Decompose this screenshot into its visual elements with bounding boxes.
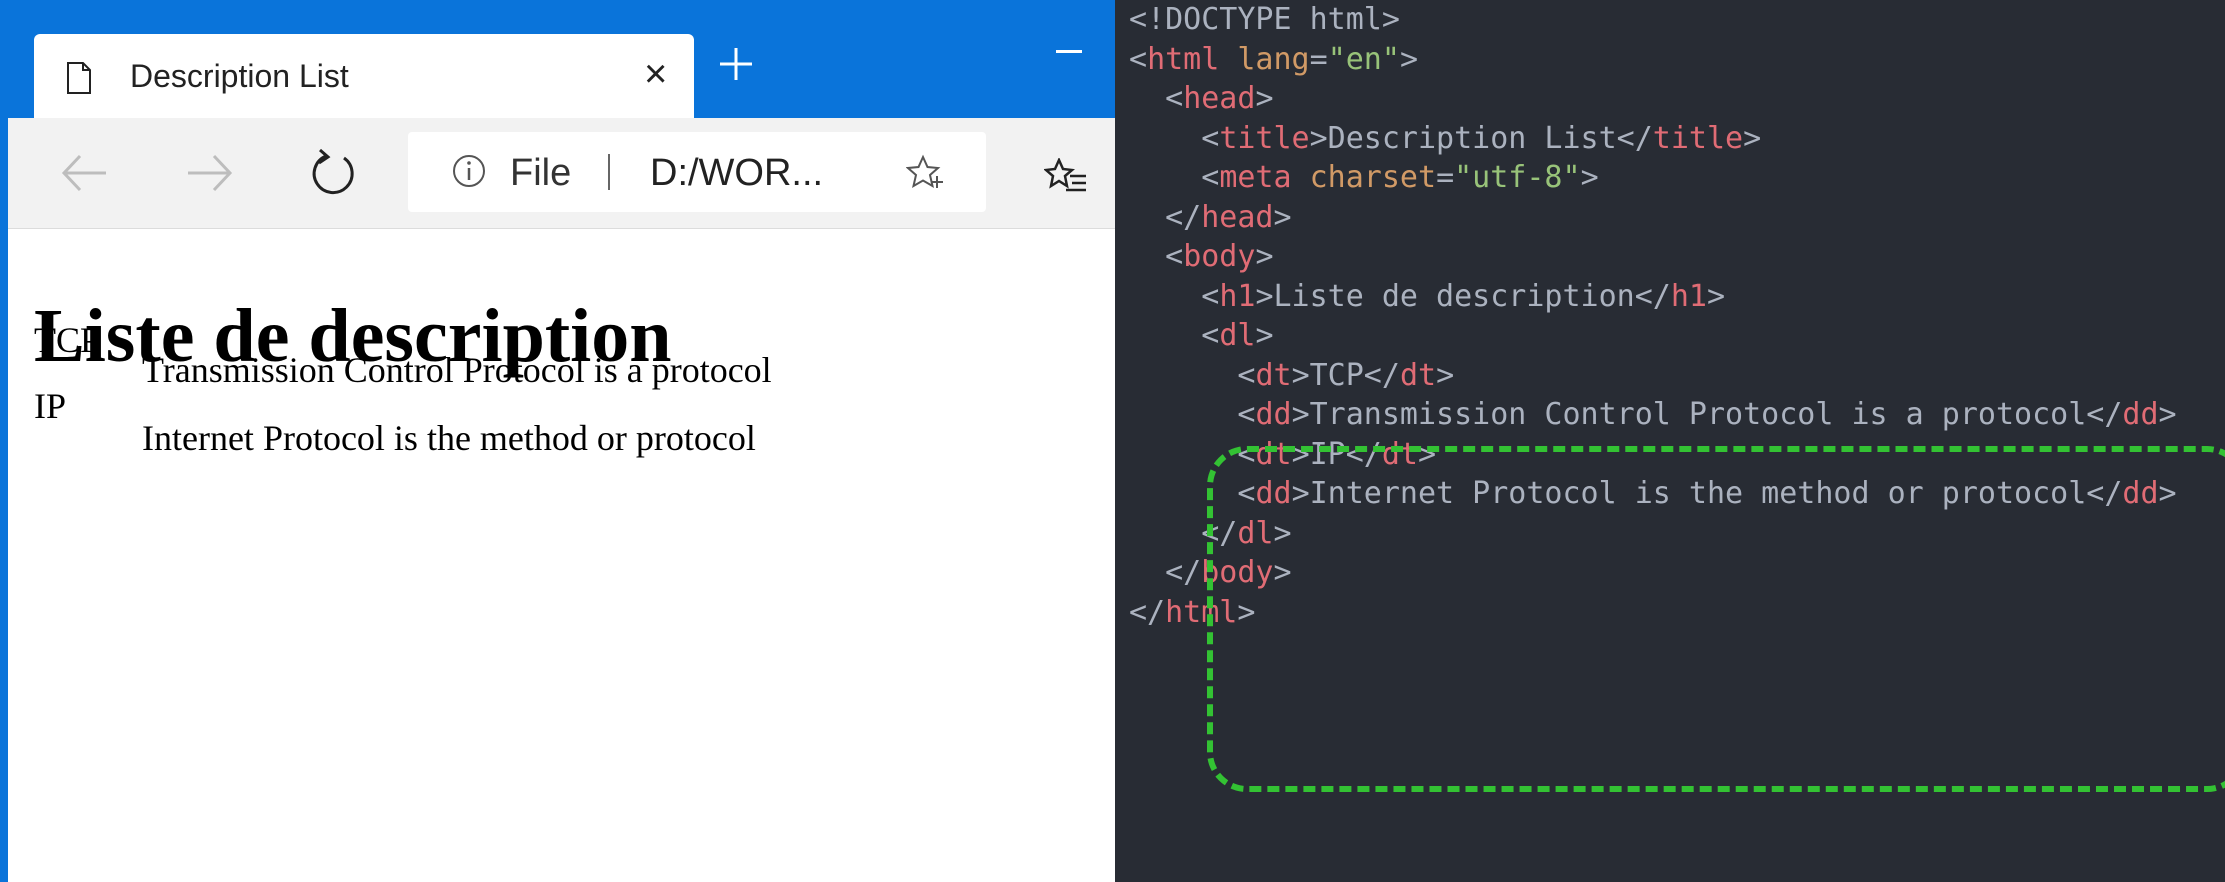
code-line: </html> (1129, 585, 1255, 641)
dl-desc-ip: Internet Protocol is the method or proto… (142, 418, 756, 458)
code-token-punc: > (1706, 278, 1726, 314)
star-add-icon[interactable] (906, 154, 944, 190)
info-icon[interactable] (452, 154, 486, 188)
page-icon (67, 62, 91, 94)
code-token-punc: > (1273, 555, 1292, 590)
code-token-punc: >Internet Protocol is the method or prot… (1291, 476, 2123, 511)
tab-title: Description List (130, 58, 349, 94)
dl-term-tcp: TCP (34, 320, 101, 360)
code-token-punc: > (1743, 120, 1762, 156)
code-token-punc: </ (1129, 594, 1166, 630)
code-token-str: "utf-8" (1454, 160, 1581, 195)
address-scheme-label: File (510, 152, 572, 194)
code-editor: <!DOCTYPE html> <html lang="en"> <head> <… (1115, 0, 2225, 882)
dl-desc-tcp: Transmission Control Protocol is a proto… (142, 350, 772, 390)
code-token-punc (1292, 160, 1310, 195)
code-token-punc: > (2158, 397, 2177, 432)
dl-term-ip: IP (34, 386, 67, 426)
plus-icon[interactable] (716, 44, 756, 84)
code-token-tag: html (1165, 594, 1238, 630)
browser-toolbar: File D:/WOR... (8, 118, 1115, 229)
forward-arrow-icon[interactable] (184, 148, 236, 198)
refresh-icon[interactable] (308, 148, 360, 198)
close-icon[interactable]: × (644, 52, 667, 96)
code-token-punc: > (1273, 199, 1292, 235)
browser-tab[interactable]: Description List × (34, 34, 694, 118)
code-token-tag: title (1652, 120, 1744, 156)
favorites-icon[interactable] (1044, 158, 1088, 196)
code-token-punc: > (1399, 41, 1418, 77)
code-token-attr: charset (1309, 160, 1437, 195)
code-token-punc: > (1237, 594, 1256, 630)
back-arrow-icon[interactable] (58, 148, 110, 198)
address-url[interactable]: D:/WOR... (650, 150, 823, 196)
code-token-punc: >Liste de description</ (1255, 278, 1671, 314)
code-token-str: "en" (1327, 41, 1400, 77)
title-bar: Description List × (8, 0, 1115, 118)
address-bar[interactable]: File D:/WOR... (408, 132, 986, 212)
code-token-punc: > (2158, 476, 2177, 511)
minimize-icon[interactable] (1056, 50, 1082, 53)
browser-window: Description List × File D:/WOR... Liste … (0, 0, 1115, 882)
address-separator (608, 154, 610, 190)
code-token-tag: dd (2122, 476, 2159, 511)
code-token-tag: h1 (1670, 278, 1707, 314)
code-token-punc: = (1436, 160, 1455, 195)
page-content: Liste de description TCP Transmission Co… (8, 228, 1115, 882)
code-token-punc: = (1309, 41, 1328, 77)
code-token-tag: dd (2122, 397, 2159, 432)
code-token-punc: > (1580, 160, 1599, 195)
